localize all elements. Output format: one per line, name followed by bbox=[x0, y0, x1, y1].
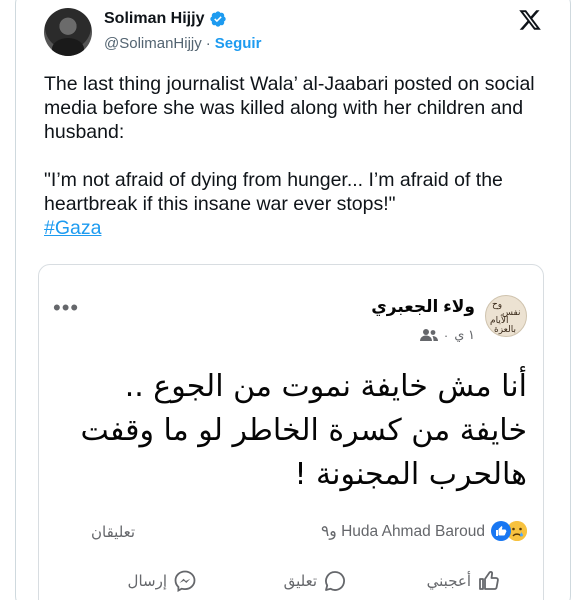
x-logo-icon[interactable] bbox=[518, 8, 542, 32]
thumbs-up-icon bbox=[479, 571, 499, 590]
like-reaction-icon bbox=[491, 521, 511, 541]
fb-post-meta: ١ ي · bbox=[419, 327, 475, 343]
meta-dot: · bbox=[443, 327, 449, 343]
tweet-text: The last thing journalist Wala’ al-Jaaba… bbox=[44, 72, 564, 240]
friends-audience-icon bbox=[419, 329, 438, 341]
fb-post-text: أنا مش خايفة نموت من الجوع .. خايفة من ك… bbox=[80, 369, 527, 492]
send-label: إرسال bbox=[127, 573, 167, 590]
fb-author-avatar[interactable]: وح نفس الأيام بالعزة bbox=[485, 295, 527, 337]
hashtag-link[interactable]: #Gaza bbox=[44, 217, 101, 239]
author-handle-line: @SolimanHijjy · Seguir bbox=[104, 35, 261, 52]
avatar-text-4: بالعزة bbox=[494, 325, 517, 335]
tweet-quote-paragraph: "I’m not afraid of dying from hunger... … bbox=[44, 169, 503, 215]
verified-badge-icon bbox=[210, 11, 227, 27]
reactions-text: Huda Ahmad Baroud و٩ bbox=[320, 522, 485, 540]
post-time[interactable]: ١ ي bbox=[454, 327, 475, 343]
like-label: أعجبني bbox=[426, 573, 471, 590]
more-options-icon[interactable]: ••• bbox=[53, 295, 79, 321]
comment-label: تعليق bbox=[283, 573, 317, 590]
author-name[interactable]: Soliman Hijjy bbox=[104, 10, 204, 28]
messenger-icon bbox=[174, 570, 196, 593]
author-avatar[interactable] bbox=[44, 8, 92, 56]
separator-dot: · bbox=[205, 35, 211, 52]
like-button[interactable]: أعجبني bbox=[427, 569, 501, 593]
comment-icon bbox=[325, 571, 345, 591]
author-name-line: Soliman Hijjy bbox=[104, 10, 227, 28]
tweet-paragraph: The last thing journalist Wala’ al-Jaaba… bbox=[44, 73, 535, 143]
comments-count[interactable]: تعليقان bbox=[91, 523, 135, 541]
author-handle[interactable]: @SolimanHijjy bbox=[104, 35, 202, 52]
comment-button[interactable]: تعليق bbox=[284, 569, 347, 593]
reactions-summary[interactable]: Huda Ahmad Baroud و٩ bbox=[321, 521, 527, 541]
avatar-text-1: وح bbox=[492, 300, 503, 310]
send-button[interactable]: إرسال bbox=[128, 569, 197, 593]
follow-button[interactable]: Seguir bbox=[215, 35, 262, 52]
fb-author-name[interactable]: ولاء الجعبري bbox=[371, 297, 475, 317]
embedded-facebook-post[interactable]: ••• وح نفس الأيام بالعزة ولاء الجعبري ١ … bbox=[38, 264, 544, 600]
